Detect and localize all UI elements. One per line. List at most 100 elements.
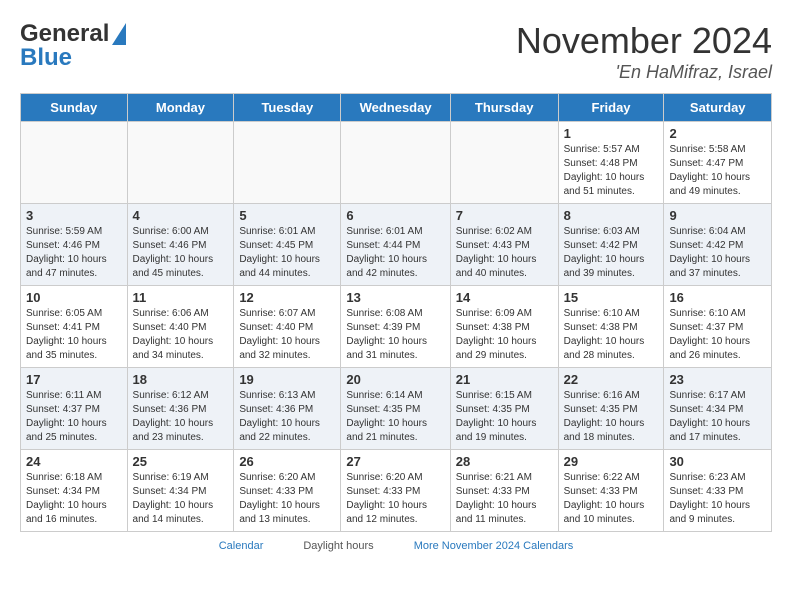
- day-info: Sunrise: 6:03 AM Sunset: 4:42 PM Dayligh…: [564, 225, 659, 281]
- day-number: 24: [26, 454, 122, 469]
- day-number: 3: [26, 208, 122, 223]
- calendar-cell: 1 Sunrise: 5:57 AM Sunset: 4:48 PM Daylig…: [558, 122, 664, 204]
- day-number: 23: [669, 372, 766, 387]
- day-number: 9: [669, 208, 766, 223]
- daylight-label: Daylight hours: [303, 540, 373, 552]
- day-number: 18: [133, 372, 229, 387]
- day-number: 6: [346, 208, 444, 223]
- day-number: 16: [669, 290, 766, 305]
- calendar-table: SundayMondayTuesdayWednesdayThursdayFrid…: [20, 93, 772, 532]
- day-info: Sunrise: 6:17 AM Sunset: 4:34 PM Dayligh…: [669, 389, 766, 445]
- calendar-cell: 6 Sunrise: 6:01 AM Sunset: 4:44 PM Daylig…: [341, 204, 450, 286]
- day-info: Sunrise: 6:18 AM Sunset: 4:34 PM Dayligh…: [26, 471, 122, 527]
- day-info: Sunrise: 6:05 AM Sunset: 4:41 PM Dayligh…: [26, 307, 122, 363]
- day-number: 2: [669, 126, 766, 141]
- day-info: Sunrise: 6:23 AM Sunset: 4:33 PM Dayligh…: [669, 471, 766, 527]
- calendar-cell: 21Sunrise: 6:15 AM Sunset: 4:35 PM Dayli…: [450, 368, 558, 450]
- calendar-cell: 18 Sunrise: 6:12 AM Sunset: 4:36 PM Dayli…: [127, 368, 234, 450]
- logo-triangle-icon: [112, 23, 126, 45]
- calendar-cell: 15 Sunrise: 6:10 AM Sunset: 4:38 PM Dayli…: [558, 286, 664, 368]
- day-info: Sunrise: 6:08 AM Sunset: 4:39 PM Dayligh…: [346, 307, 444, 363]
- col-header-thursday: Thursday: [450, 94, 558, 122]
- day-info: Sunrise: 6:13 AM Sunset: 4:36 PM Dayligh…: [239, 389, 335, 445]
- day-info: Sunrise: 5:59 AM Sunset: 4:46 PM Dayligh…: [26, 225, 122, 281]
- day-number: 7: [456, 208, 553, 223]
- month-title: November 2024: [516, 20, 772, 62]
- calendar-cell: [341, 122, 450, 204]
- day-number: 20: [346, 372, 444, 387]
- day-info: Sunrise: 6:02 AM Sunset: 4:43 PM Dayligh…: [456, 225, 553, 281]
- day-info: Sunrise: 6:20 AM Sunset: 4:33 PM Dayligh…: [346, 471, 444, 527]
- calendar-cell: 3 Sunrise: 5:59 AM Sunset: 4:46 PM Daylig…: [21, 204, 128, 286]
- day-info: Sunrise: 6:06 AM Sunset: 4:40 PM Dayligh…: [133, 307, 229, 363]
- logo: General Blue: [20, 20, 126, 72]
- day-number: 4: [133, 208, 229, 223]
- day-number: 15: [564, 290, 659, 305]
- day-number: 1: [564, 126, 659, 141]
- col-header-monday: Monday: [127, 94, 234, 122]
- day-info: Sunrise: 6:10 AM Sunset: 4:37 PM Dayligh…: [669, 307, 766, 363]
- col-header-tuesday: Tuesday: [234, 94, 341, 122]
- col-header-friday: Friday: [558, 94, 664, 122]
- day-number: 5: [239, 208, 335, 223]
- calendar-cell: 10 Sunrise: 6:05 AM Sunset: 4:41 PM Dayli…: [21, 286, 128, 368]
- col-header-saturday: Saturday: [664, 94, 772, 122]
- calendar-cell: 30 Sunrise: 6:23 AM Sunset: 4:33 PM Dayli…: [664, 450, 772, 532]
- day-info: Sunrise: 6:21 AM Sunset: 4:33 PM Dayligh…: [456, 471, 553, 527]
- day-number: 25: [133, 454, 229, 469]
- day-number: 28: [456, 454, 553, 469]
- day-info: Sunrise: 6:12 AM Sunset: 4:36 PM Dayligh…: [133, 389, 229, 445]
- calendar-cell: 7 Sunrise: 6:02 AM Sunset: 4:43 PM Daylig…: [450, 204, 558, 286]
- day-number: 13: [346, 290, 444, 305]
- calendar-footer: Calendar Daylight hours More November 20…: [20, 540, 772, 552]
- day-info: Sunrise: 5:58 AM Sunset: 4:47 PM Dayligh…: [669, 143, 766, 199]
- calendar-cell: [127, 122, 234, 204]
- day-info: Sunrise: 6:14 AM Sunset: 4:35 PM Dayligh…: [346, 389, 444, 445]
- day-number: 26: [239, 454, 335, 469]
- calendar-cell: [234, 122, 341, 204]
- day-info: Sunrise: 6:01 AM Sunset: 4:45 PM Dayligh…: [239, 225, 335, 281]
- calendar-cell: 22Sunrise: 6:16 AM Sunset: 4:35 PM Dayli…: [558, 368, 664, 450]
- calendar-cell: 13 Sunrise: 6:08 AM Sunset: 4:39 PM Dayli…: [341, 286, 450, 368]
- calendar-cell: 12Sunrise: 6:07 AM Sunset: 4:40 PM Dayli…: [234, 286, 341, 368]
- calendar-cell: 4Sunrise: 6:00 AM Sunset: 4:46 PM Daylig…: [127, 204, 234, 286]
- day-info: Sunrise: 6:09 AM Sunset: 4:38 PM Dayligh…: [456, 307, 553, 363]
- day-number: 14: [456, 290, 553, 305]
- calendar-cell: 25Sunrise: 6:19 AM Sunset: 4:34 PM Dayli…: [127, 450, 234, 532]
- calendar-cell: 17Sunrise: 6:11 AM Sunset: 4:37 PM Dayli…: [21, 368, 128, 450]
- calendar-cell: 24 Sunrise: 6:18 AM Sunset: 4:34 PM Dayli…: [21, 450, 128, 532]
- calendar-cell: 5 Sunrise: 6:01 AM Sunset: 4:45 PM Daylig…: [234, 204, 341, 286]
- day-number: 10: [26, 290, 122, 305]
- day-number: 17: [26, 372, 122, 387]
- col-header-sunday: Sunday: [21, 94, 128, 122]
- calendar-cell: [21, 122, 128, 204]
- day-number: 12: [239, 290, 335, 305]
- calendar-cell: 11 Sunrise: 6:06 AM Sunset: 4:40 PM Dayli…: [127, 286, 234, 368]
- calendar-cell: 23 Sunrise: 6:17 AM Sunset: 4:34 PM Dayli…: [664, 368, 772, 450]
- calendar-cell: 20 Sunrise: 6:14 AM Sunset: 4:35 PM Dayli…: [341, 368, 450, 450]
- day-number: 11: [133, 290, 229, 305]
- day-number: 8: [564, 208, 659, 223]
- more-calendars-link[interactable]: More November 2024 Calendars: [414, 540, 574, 552]
- day-info: Sunrise: 6:04 AM Sunset: 4:42 PM Dayligh…: [669, 225, 766, 281]
- title-block: November 2024 'En HaMifraz, Israel: [516, 20, 772, 83]
- day-info: Sunrise: 6:16 AM Sunset: 4:35 PM Dayligh…: [564, 389, 659, 445]
- calendar-cell: 27 Sunrise: 6:20 AM Sunset: 4:33 PM Dayli…: [341, 450, 450, 532]
- calendar-cell: 14 Sunrise: 6:09 AM Sunset: 4:38 PM Dayli…: [450, 286, 558, 368]
- logo-blue: Blue: [20, 44, 72, 71]
- calendar-cell: 9 Sunrise: 6:04 AM Sunset: 4:42 PM Daylig…: [664, 204, 772, 286]
- day-info: Sunrise: 6:22 AM Sunset: 4:33 PM Dayligh…: [564, 471, 659, 527]
- calendar-cell: 2 Sunrise: 5:58 AM Sunset: 4:47 PM Daylig…: [664, 122, 772, 204]
- day-info: Sunrise: 5:57 AM Sunset: 4:48 PM Dayligh…: [564, 143, 659, 199]
- calendar-cell: 29 Sunrise: 6:22 AM Sunset: 4:33 PM Dayli…: [558, 450, 664, 532]
- day-number: 27: [346, 454, 444, 469]
- day-number: 29: [564, 454, 659, 469]
- day-info: Sunrise: 6:10 AM Sunset: 4:38 PM Dayligh…: [564, 307, 659, 363]
- day-info: Sunrise: 6:01 AM Sunset: 4:44 PM Dayligh…: [346, 225, 444, 281]
- col-header-wednesday: Wednesday: [341, 94, 450, 122]
- day-number: 30: [669, 454, 766, 469]
- calendar-cell: 16 Sunrise: 6:10 AM Sunset: 4:37 PM Dayli…: [664, 286, 772, 368]
- day-info: Sunrise: 6:15 AM Sunset: 4:35 PM Dayligh…: [456, 389, 553, 445]
- calendar-link[interactable]: Calendar: [219, 540, 264, 552]
- calendar-cell: 26Sunrise: 6:20 AM Sunset: 4:33 PM Dayli…: [234, 450, 341, 532]
